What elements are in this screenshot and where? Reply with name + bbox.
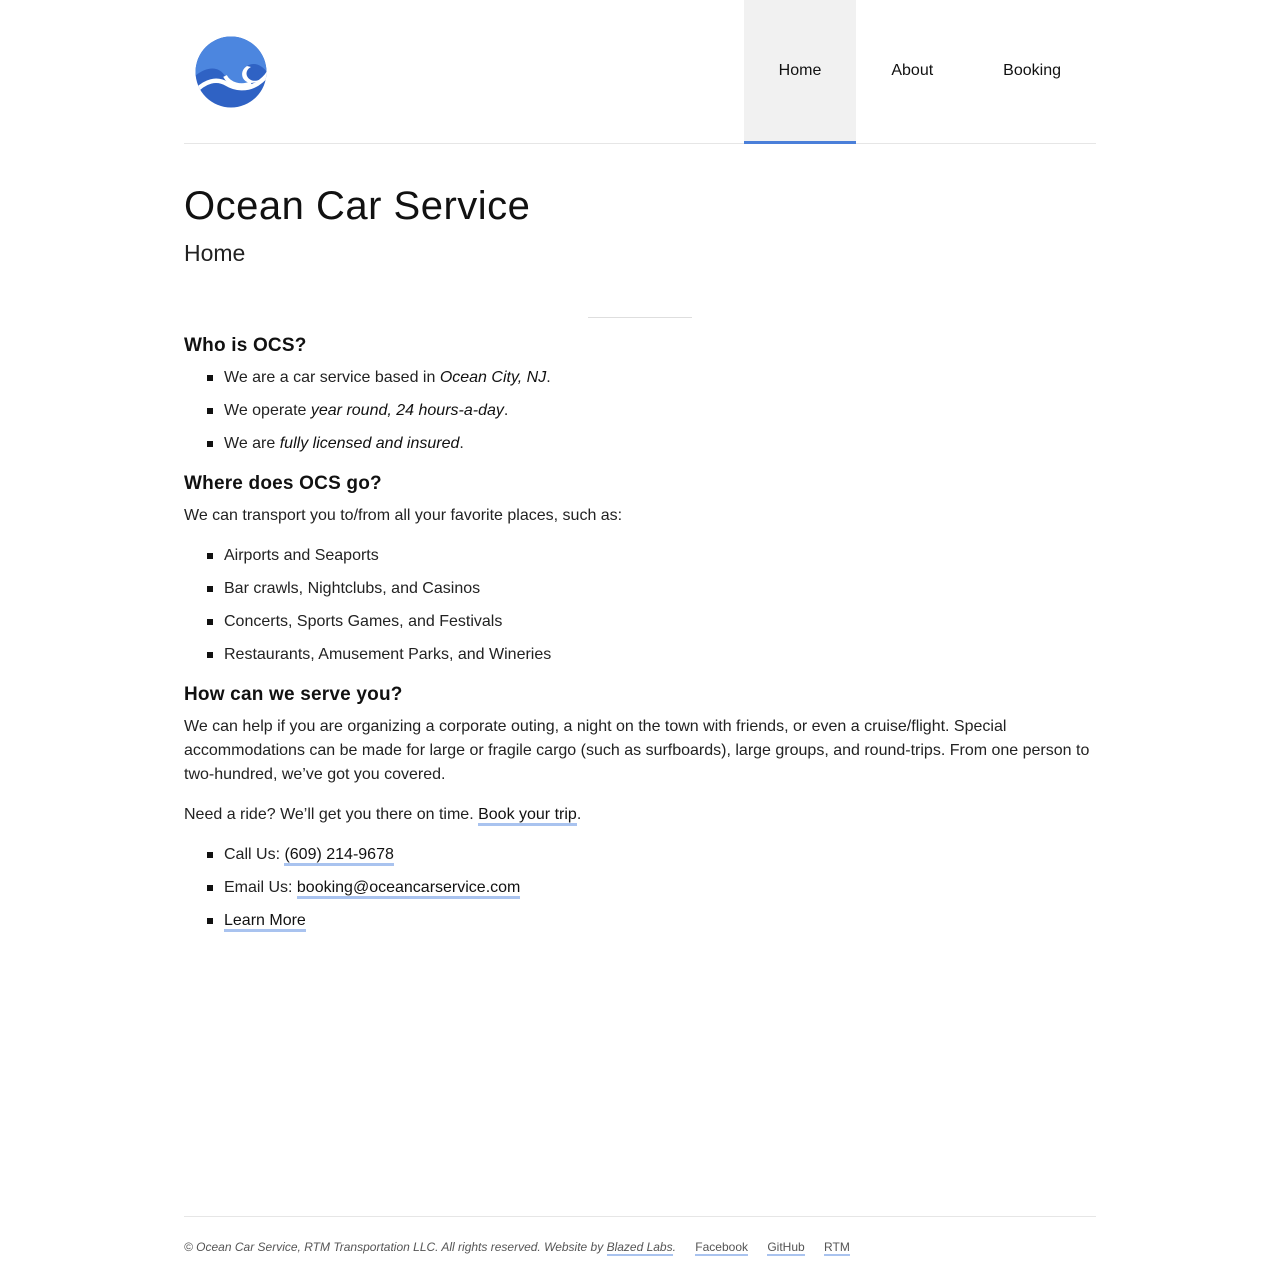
list-item: Email Us: booking@oceancarservice.com	[207, 876, 1096, 900]
wave-logo-icon[interactable]	[195, 36, 267, 108]
list-item: Call Us: (609) 214-9678	[207, 843, 1096, 867]
blazed-labs-link[interactable]: Blazed Labs	[606, 1240, 673, 1256]
page-subtitle: Home	[184, 240, 246, 266]
site-footer: © Ocean Car Service, RTM Transportation …	[184, 1240, 850, 1256]
title-divider	[588, 317, 692, 318]
list-item: Bar crawls, Nightclubs, and Casinos	[207, 577, 1096, 601]
copyright-text: © Ocean Car Service, RTM Transportation …	[184, 1240, 676, 1256]
site-header: Home About Booking	[184, 0, 1096, 144]
list-item: We operate year round, 24 hours-a-day.	[207, 399, 1096, 423]
book-trip-link[interactable]: Book your trip	[478, 806, 577, 826]
section-who: Who is OCS? We are a car service based i…	[184, 334, 1096, 456]
list-item: Concerts, Sports Games, and Festivals	[207, 610, 1096, 634]
rtm-link[interactable]: RTM	[824, 1240, 850, 1256]
list-item: Restaurants, Amusement Parks, and Wineri…	[207, 643, 1096, 667]
page-title: Ocean Car Service	[184, 184, 531, 228]
section-heading: Where does OCS go?	[184, 473, 382, 494]
section-intro: We can transport you to/from all your fa…	[184, 507, 623, 524]
contact-list: Call Us: (609) 214-9678 Email Us: bookin…	[184, 843, 1096, 933]
nav-item-about[interactable]: About	[856, 0, 968, 141]
list-item: We are fully licensed and insured.	[207, 432, 1096, 456]
section-where: Where does OCS go? We can transport you …	[184, 472, 1096, 667]
list-item: Airports and Seaports	[207, 544, 1096, 568]
page-container: Home About Booking Ocean Car Service Hom…	[184, 0, 1096, 1256]
facebook-link[interactable]: Facebook	[695, 1240, 748, 1256]
section-how: How can we serve you? We can help if you…	[184, 683, 1096, 933]
email-link[interactable]: booking@oceancarservice.com	[296, 879, 521, 899]
learn-more-link[interactable]: Learn More	[224, 912, 306, 932]
main-content: Who is OCS? We are a car service based i…	[184, 334, 1096, 949]
github-link[interactable]: GitHub	[767, 1240, 805, 1256]
main-nav: Home About Booking	[743, 0, 1096, 144]
phone-link[interactable]: (609) 214-9678	[284, 846, 394, 866]
list-item: Learn More	[207, 909, 1096, 933]
destinations-list: Airports and Seaports Bar crawls, Nightc…	[184, 544, 1096, 667]
section-paragraph: We can help if you are organizing a corp…	[184, 718, 1090, 783]
section-heading: Who is OCS?	[184, 335, 307, 356]
who-list: We are a car service based in Ocean City…	[184, 366, 1096, 456]
nav-item-home[interactable]: Home	[743, 0, 857, 144]
nav-item-booking[interactable]: Booking	[968, 0, 1096, 141]
footer-divider	[184, 1216, 1096, 1217]
cta-paragraph: Need a ride? We’ll get you there on time…	[184, 803, 1096, 827]
section-heading: How can we serve you?	[184, 684, 403, 705]
list-item: We are a car service based in Ocean City…	[207, 366, 1096, 390]
